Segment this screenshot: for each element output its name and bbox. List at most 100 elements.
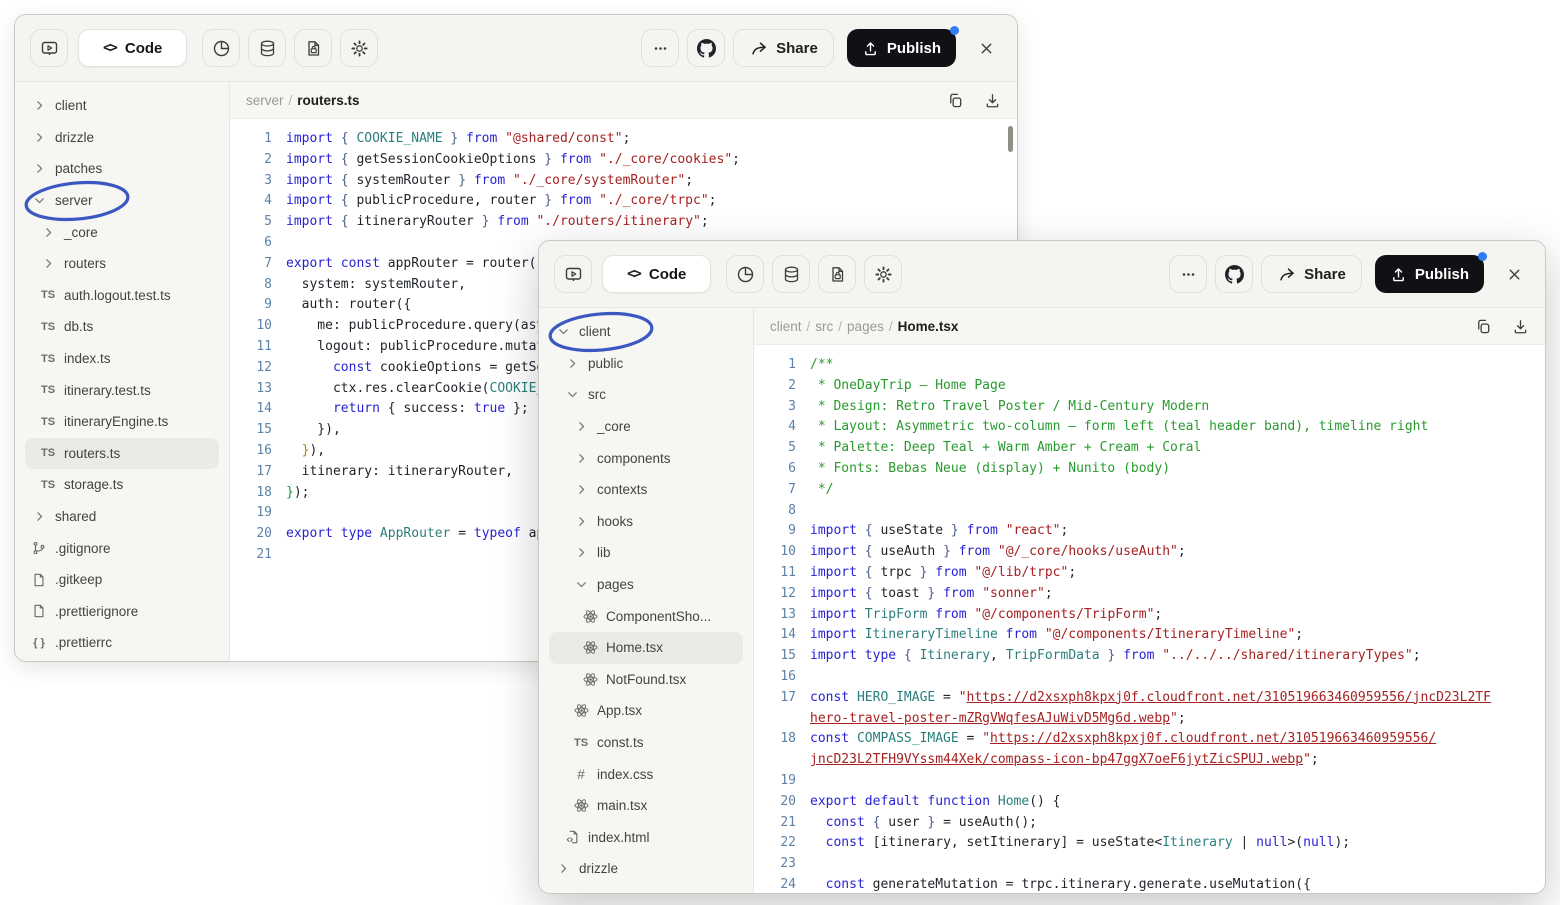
github-button[interactable] [1215,255,1253,293]
preview-button[interactable] [554,255,592,293]
html-file-icon [565,830,579,844]
tree-item-client[interactable]: client [549,316,743,348]
window-toolbar: <> Code Share Publish [539,241,1545,308]
tree-item-drizzle[interactable]: drizzle [549,853,743,885]
tree-item--prettierrc[interactable]: { }.prettierrc [25,627,219,659]
chevron-right-icon [575,483,588,496]
breadcrumb-dir[interactable]: pages [847,319,884,334]
code-tab-button[interactable]: <> Code [602,255,711,293]
tree-item-home-tsx[interactable]: Home.tsx [549,632,743,664]
chevron-right-icon [33,510,46,523]
github-button[interactable] [687,29,725,67]
code-brackets-icon: <> [103,40,116,56]
tree-item-drizzle[interactable]: drizzle [25,122,219,154]
tree-item-index-html[interactable]: index.html [549,822,743,854]
download-file-button[interactable] [984,92,1001,109]
database-button[interactable] [772,255,810,293]
tree-item-pages[interactable]: pages [549,569,743,601]
publish-button[interactable]: Publish [847,29,956,67]
secrets-button[interactable] [294,29,332,67]
tree-item-main-tsx[interactable]: main.tsx [549,790,743,822]
close-icon [978,40,995,57]
tree-item-label: _core [597,419,631,434]
share-label: Share [776,40,818,57]
secrets-button[interactable] [818,255,856,293]
code-line: hero-travel-poster-mZRgVWqfesAJuWivD5Mg6… [754,709,1545,730]
code-line: 3import { systemRouter } from "./_core/s… [230,171,1017,192]
breadcrumb-dir[interactable]: client [770,319,802,334]
chevron-down-icon [575,578,588,591]
tree-item-index-ts[interactable]: TSindex.ts [25,343,219,375]
tree-item-const-ts[interactable]: TSconst.ts [549,727,743,759]
tree-item-src[interactable]: src [549,379,743,411]
copy-file-button[interactable] [947,92,964,109]
react-file-icon [583,672,598,687]
preview-icon [564,265,583,284]
tree-item-hooks[interactable]: hooks [549,506,743,538]
tree-item-components[interactable]: components [549,442,743,474]
tree-item-routers-ts[interactable]: TSrouters.ts [25,438,219,470]
tree-item--prettierignore[interactable]: .prettierignore [25,596,219,628]
breadcrumb-separator: / [884,319,898,334]
tree-item-itineraryengine-ts[interactable]: TSitineraryEngine.ts [25,406,219,438]
tree-item-app-tsx[interactable]: App.tsx [549,695,743,727]
tree-item--core[interactable]: _core [25,216,219,248]
tree-item-label: App.tsx [597,703,642,718]
tree-item-itinerary-test-ts[interactable]: TSitinerary.test.ts [25,374,219,406]
settings-button[interactable] [340,29,378,67]
tree-item-lib[interactable]: lib [549,537,743,569]
tree-item-routers[interactable]: routers [25,248,219,280]
code-editor[interactable]: 1/**2 * OneDayTrip — Home Page3 * Design… [754,345,1545,893]
code-line: 7 */ [754,480,1545,501]
notification-dot [1478,252,1487,261]
close-button[interactable] [970,32,1002,64]
chevron-right-icon [557,862,570,875]
line-number: 20 [754,792,810,813]
publish-button[interactable]: Publish [1375,255,1484,293]
typescript-file-icon: TS [41,353,55,365]
code-tab-button[interactable]: <> Code [78,29,187,67]
breadcrumb-dir[interactable]: server [246,93,284,108]
typescript-file-icon: TS [41,384,55,396]
tree-item-auth-logout-test-ts[interactable]: TSauth.logout.test.ts [25,280,219,312]
tree-item--core[interactable]: _core [549,411,743,443]
share-button[interactable]: Share [1261,255,1362,293]
breadcrumb-dir[interactable]: src [815,319,833,334]
more-options-button[interactable] [1169,255,1207,293]
tree-item--gitignore[interactable]: .gitignore [25,532,219,564]
line-number: 17 [754,688,810,709]
tree-item-storage-ts[interactable]: TSstorage.ts [25,469,219,501]
tree-item-label: _core [64,225,98,240]
share-button[interactable]: Share [733,29,834,67]
tree-item-shared[interactable]: shared [25,501,219,533]
code-line: 18const COMPASS_IMAGE = "https://d2xsxph… [754,729,1545,750]
tree-item-public[interactable]: public [549,348,743,380]
settings-button[interactable] [864,255,902,293]
tree-item-label: index.css [597,767,653,782]
tree-item-server[interactable]: server [25,185,219,217]
scrollbar[interactable] [1008,126,1013,152]
close-button[interactable] [1498,258,1530,290]
tree-item-notfound-tsx[interactable]: NotFound.tsx [549,664,743,696]
tree-item--gitkeep[interactable]: .gitkeep [25,564,219,596]
tree-item-client[interactable]: client [25,90,219,122]
more-options-button[interactable] [641,29,679,67]
tree-item-componentsho-[interactable]: ComponentSho... [549,600,743,632]
code-line: 17const HERO_IMAGE = "https://d2xsxph8kp… [754,688,1545,709]
typescript-file-icon: TS [41,447,55,459]
publish-label: Publish [1415,266,1469,283]
tree-item-db-ts[interactable]: TSdb.ts [25,311,219,343]
line-number: 6 [754,459,810,480]
database-button[interactable] [248,29,286,67]
code-tab-label: Code [649,266,687,283]
preview-button[interactable] [30,29,68,67]
tree-item-patches[interactable]: patches [25,153,219,185]
download-file-button[interactable] [1512,318,1529,335]
analytics-button[interactable] [202,29,240,67]
copy-file-button[interactable] [1475,318,1492,335]
tree-item-label: Home.tsx [606,640,663,655]
tree-item-index-css[interactable]: #index.css [549,758,743,790]
tree-item-contexts[interactable]: contexts [549,474,743,506]
analytics-button[interactable] [726,255,764,293]
code-line: 13import TripForm from "@/components/Tri… [754,605,1545,626]
